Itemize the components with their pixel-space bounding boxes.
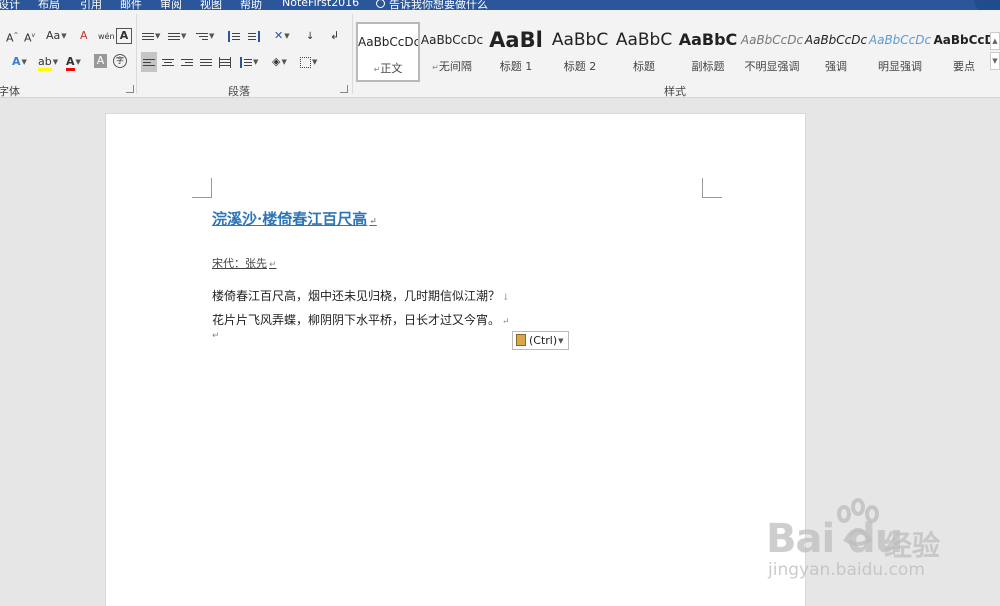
text-effects-button[interactable]: A▼ <box>12 52 27 72</box>
phonetic-guide-button[interactable]: wén <box>98 26 115 46</box>
group-divider <box>136 14 137 94</box>
shrink-font-button[interactable]: Av <box>24 26 35 46</box>
style-intense-emphasis[interactable]: AaBbCcDc 明显强调 <box>868 22 932 82</box>
paragraph-group-label: 段落 <box>228 85 250 98</box>
line-spacing-button[interactable]: ▼ <box>240 52 258 72</box>
chinese-layout-icon: ✕ <box>274 29 284 42</box>
font-group-label: 字体 <box>0 85 20 98</box>
paragraph-dialog-launcher[interactable] <box>340 85 348 93</box>
shading-button[interactable]: ◈▼ <box>272 52 287 72</box>
align-center-button[interactable] <box>160 52 176 72</box>
watermark-logo: Bai du <box>766 516 903 562</box>
clipboard-icon <box>516 334 526 346</box>
bullets-button[interactable]: ▼ <box>142 26 160 46</box>
justify-icon <box>200 57 212 68</box>
paint-bucket-icon: ◈ <box>272 55 281 68</box>
style-subtle-emphasis[interactable]: AaBbCcDc 不明显强调 <box>740 22 804 82</box>
multilevel-list-icon <box>196 31 208 42</box>
styles-group-label: 样式 <box>664 85 686 98</box>
font-dialog-launcher[interactable] <box>126 85 134 93</box>
bullets-icon <box>142 31 154 42</box>
menu-mailings[interactable]: 邮件 <box>120 0 142 10</box>
group-divider <box>352 14 353 94</box>
paste-options-button[interactable]: (Ctrl)▼ <box>512 331 569 350</box>
numbering-button[interactable]: ▼ <box>168 26 186 46</box>
numbering-icon <box>168 31 180 42</box>
align-center-icon <box>162 57 174 68</box>
multilevel-list-button[interactable]: ▼ <box>196 26 214 46</box>
style-emphasis[interactable]: AaBbCcDc 强调 <box>804 22 868 82</box>
align-left-button[interactable] <box>141 52 157 72</box>
character-border-button[interactable]: A <box>116 28 132 44</box>
sort-icon: ↓ <box>306 31 315 42</box>
line-spacing-icon <box>240 56 252 68</box>
menu-help[interactable]: 帮助 <box>240 0 262 10</box>
borders-icon <box>300 56 311 68</box>
decrease-indent-button[interactable] <box>228 26 240 46</box>
baidu-jingyan-watermark: Bai du 经验 jingyan.baidu.com <box>766 498 956 588</box>
document-page[interactable]: 浣溪沙·楼倚春江百尺高 ↵ 宋代：张先 ↵ 楼倚春江百尺高，烟中还未见归桡，几时期信… <box>105 113 806 606</box>
increase-indent-button[interactable] <box>248 26 260 46</box>
menu-notefirst[interactable]: NoteFirst2016 <box>282 0 359 9</box>
style-subtitle[interactable]: AaBbC 副标题 <box>676 22 740 82</box>
style-title[interactable]: AaBbC 标题 <box>612 22 676 82</box>
menu-layout[interactable]: 布局 <box>38 0 60 10</box>
ribbon: A^ Av Aa▼ A wén A A▼ ab▼ A▼ A 字 字体 ▼ ▼ ▼… <box>0 10 1000 98</box>
increase-indent-icon <box>248 30 260 42</box>
style-no-spacing[interactable]: AaBbCcDc ↵无间隔 <box>420 22 484 82</box>
menu-view[interactable]: 视图 <box>200 0 222 10</box>
clear-formatting-button[interactable]: A <box>80 26 88 46</box>
align-right-icon <box>181 57 193 68</box>
menu-bar: 设计 布局 引用 邮件 审阅 视图 帮助 NoteFirst2016 告诉我你想… <box>0 0 1000 10</box>
style-strong[interactable]: AaBbCcD 要点 <box>932 22 996 82</box>
styles-gallery: AaBbCcDc ↵正文 AaBbCcDc ↵无间隔 AaBl 标题 1 AaB… <box>356 22 995 82</box>
watermark-cn: 经验 <box>884 529 941 562</box>
highlight-button[interactable]: ab▼ <box>38 52 58 72</box>
empty-paragraph-mark: ↵ <box>212 331 220 341</box>
gallery-scroll-down[interactable]: ▼ <box>990 52 1000 70</box>
style-heading-2[interactable]: AaBbC 标题 2 <box>548 22 612 82</box>
chinese-layout-button[interactable]: ✕▼ <box>274 26 290 46</box>
menu-review[interactable]: 审阅 <box>160 0 182 10</box>
grow-font-button[interactable]: A^ <box>6 26 19 46</box>
style-normal[interactable]: AaBbCcDc ↵正文 <box>356 22 420 82</box>
watermark-url: jingyan.baidu.com <box>768 560 925 580</box>
paragraph-mark-icon: ↲ <box>330 29 340 42</box>
change-case-button[interactable]: Aa▼ <box>46 26 67 46</box>
margin-corner-top-left <box>192 178 212 198</box>
poem-line-1[interactable]: 楼倚春江百尺高，烟中还未见归桡，几时期信似江潮？ ↓ <box>212 287 510 304</box>
enclose-characters-button[interactable]: 字 <box>113 54 127 68</box>
poem-title[interactable]: 浣溪沙·楼倚春江百尺高 ↵ <box>212 208 377 229</box>
font-color-button[interactable]: A▼ <box>66 52 81 72</box>
distributed-icon <box>219 56 231 68</box>
style-heading-1[interactable]: AaBl 标题 1 <box>484 22 548 82</box>
poem-line-2[interactable]: 花片片飞风弄蝶，柳阴阴下水平桥，日长才过又今宵。 ↵ <box>212 311 510 328</box>
align-left-icon <box>143 57 155 68</box>
tell-me-search[interactable]: 告诉我你想要做什么 <box>376 0 488 10</box>
tell-me-text: 告诉我你想要做什么 <box>389 0 488 10</box>
justify-button[interactable] <box>198 52 214 72</box>
account-avatar[interactable] <box>974 0 1000 10</box>
character-shading-button[interactable]: A <box>94 54 107 68</box>
search-icon <box>376 0 385 8</box>
paste-options-label: (Ctrl) <box>529 334 558 347</box>
sort-button[interactable]: ↓ <box>306 26 314 46</box>
poem-author[interactable]: 宋代：张先 ↵ <box>212 255 277 271</box>
distributed-button[interactable] <box>217 52 233 72</box>
menu-references[interactable]: 引用 <box>80 0 102 10</box>
gallery-scroll-up[interactable]: ▲ <box>990 32 1000 50</box>
menu-design[interactable]: 设计 <box>0 0 20 10</box>
show-marks-button[interactable]: ↲ <box>330 26 339 46</box>
align-right-button[interactable] <box>179 52 195 72</box>
borders-button[interactable]: ▼ <box>300 52 317 72</box>
margin-corner-top-right <box>702 178 722 198</box>
decrease-indent-icon <box>228 30 240 42</box>
